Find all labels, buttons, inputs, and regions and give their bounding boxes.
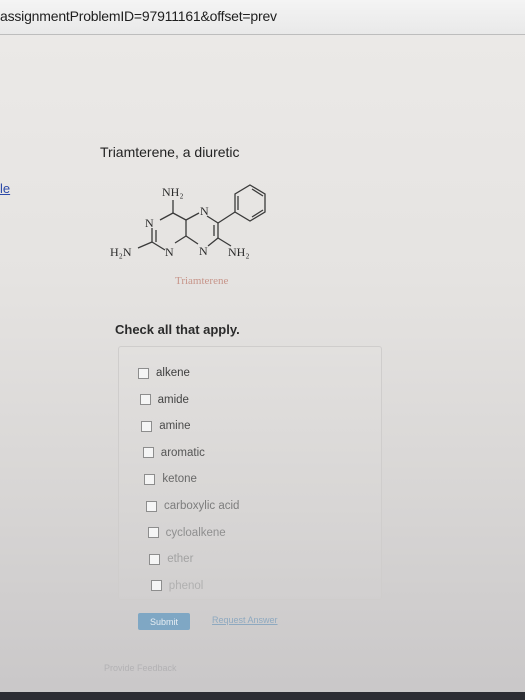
screen-bottom-edge — [0, 692, 525, 700]
option-ether[interactable]: ether — [149, 553, 193, 565]
option-label: cycloalkene — [165, 526, 226, 539]
option-label: aromatic — [160, 446, 205, 459]
option-amine[interactable]: amine — [141, 420, 191, 433]
option-ketone[interactable]: ketone — [144, 473, 197, 485]
checkbox[interactable] — [139, 394, 151, 406]
option-label: phenol — [168, 579, 204, 592]
sidebar-tab-link[interactable]: le — [0, 181, 10, 196]
option-label: ether — [167, 553, 194, 566]
n-ring-label: N — [145, 216, 154, 230]
checkbox[interactable] — [149, 553, 161, 565]
triamterene-structure: NH₂ N N H₂N N N NH₂ Triamterene — [110, 184, 266, 287]
checkbox[interactable] — [147, 527, 159, 539]
h2n-label: H₂N — [110, 245, 132, 259]
checkbox[interactable] — [141, 420, 153, 432]
submit-button[interactable]: Submit — [138, 613, 190, 630]
option-phenol[interactable]: phenol — [150, 579, 204, 592]
checkbox[interactable] — [146, 500, 157, 512]
option-alkene[interactable]: alkene — [138, 367, 190, 379]
option-label: amide — [157, 393, 189, 406]
option-amide[interactable]: amide — [139, 393, 189, 406]
nh2-right-label: NH₂ — [228, 245, 250, 259]
checkbox[interactable] — [142, 447, 154, 459]
option-label: amine — [159, 420, 191, 433]
benzene-ring — [234, 184, 266, 222]
option-label: carboxylic acid — [164, 500, 240, 512]
option-aromatic[interactable]: aromatic — [142, 446, 205, 459]
address-bar[interactable]: assignmentProblemID=97911161&offset=prev — [0, 0, 525, 35]
option-label: ketone — [162, 473, 197, 486]
molecule-caption: Triamterene — [175, 275, 228, 287]
option-carboxylic-acid[interactable]: carboxylic acid — [146, 500, 239, 512]
n-bottom-label: N — [199, 244, 208, 258]
request-answer-link[interactable]: Request Answer — [212, 615, 278, 625]
checkbox[interactable] — [144, 473, 156, 485]
n-ring-label: N — [200, 204, 209, 218]
checkbox[interactable] — [138, 367, 149, 379]
n-bottom-label: N — [165, 245, 174, 259]
checkbox[interactable] — [150, 580, 162, 592]
page-title: Triamterene, a diuretic — [100, 144, 240, 160]
provide-feedback-link[interactable]: Provide Feedback — [104, 663, 177, 673]
option-label: alkene — [156, 367, 190, 379]
nh2-top-label: NH₂ — [162, 185, 184, 199]
check-prompt: Check all that apply. — [115, 322, 240, 337]
url-text: assignmentProblemID=97911161&offset=prev — [0, 8, 277, 24]
option-cycloalkene[interactable]: cycloalkene — [147, 526, 226, 539]
